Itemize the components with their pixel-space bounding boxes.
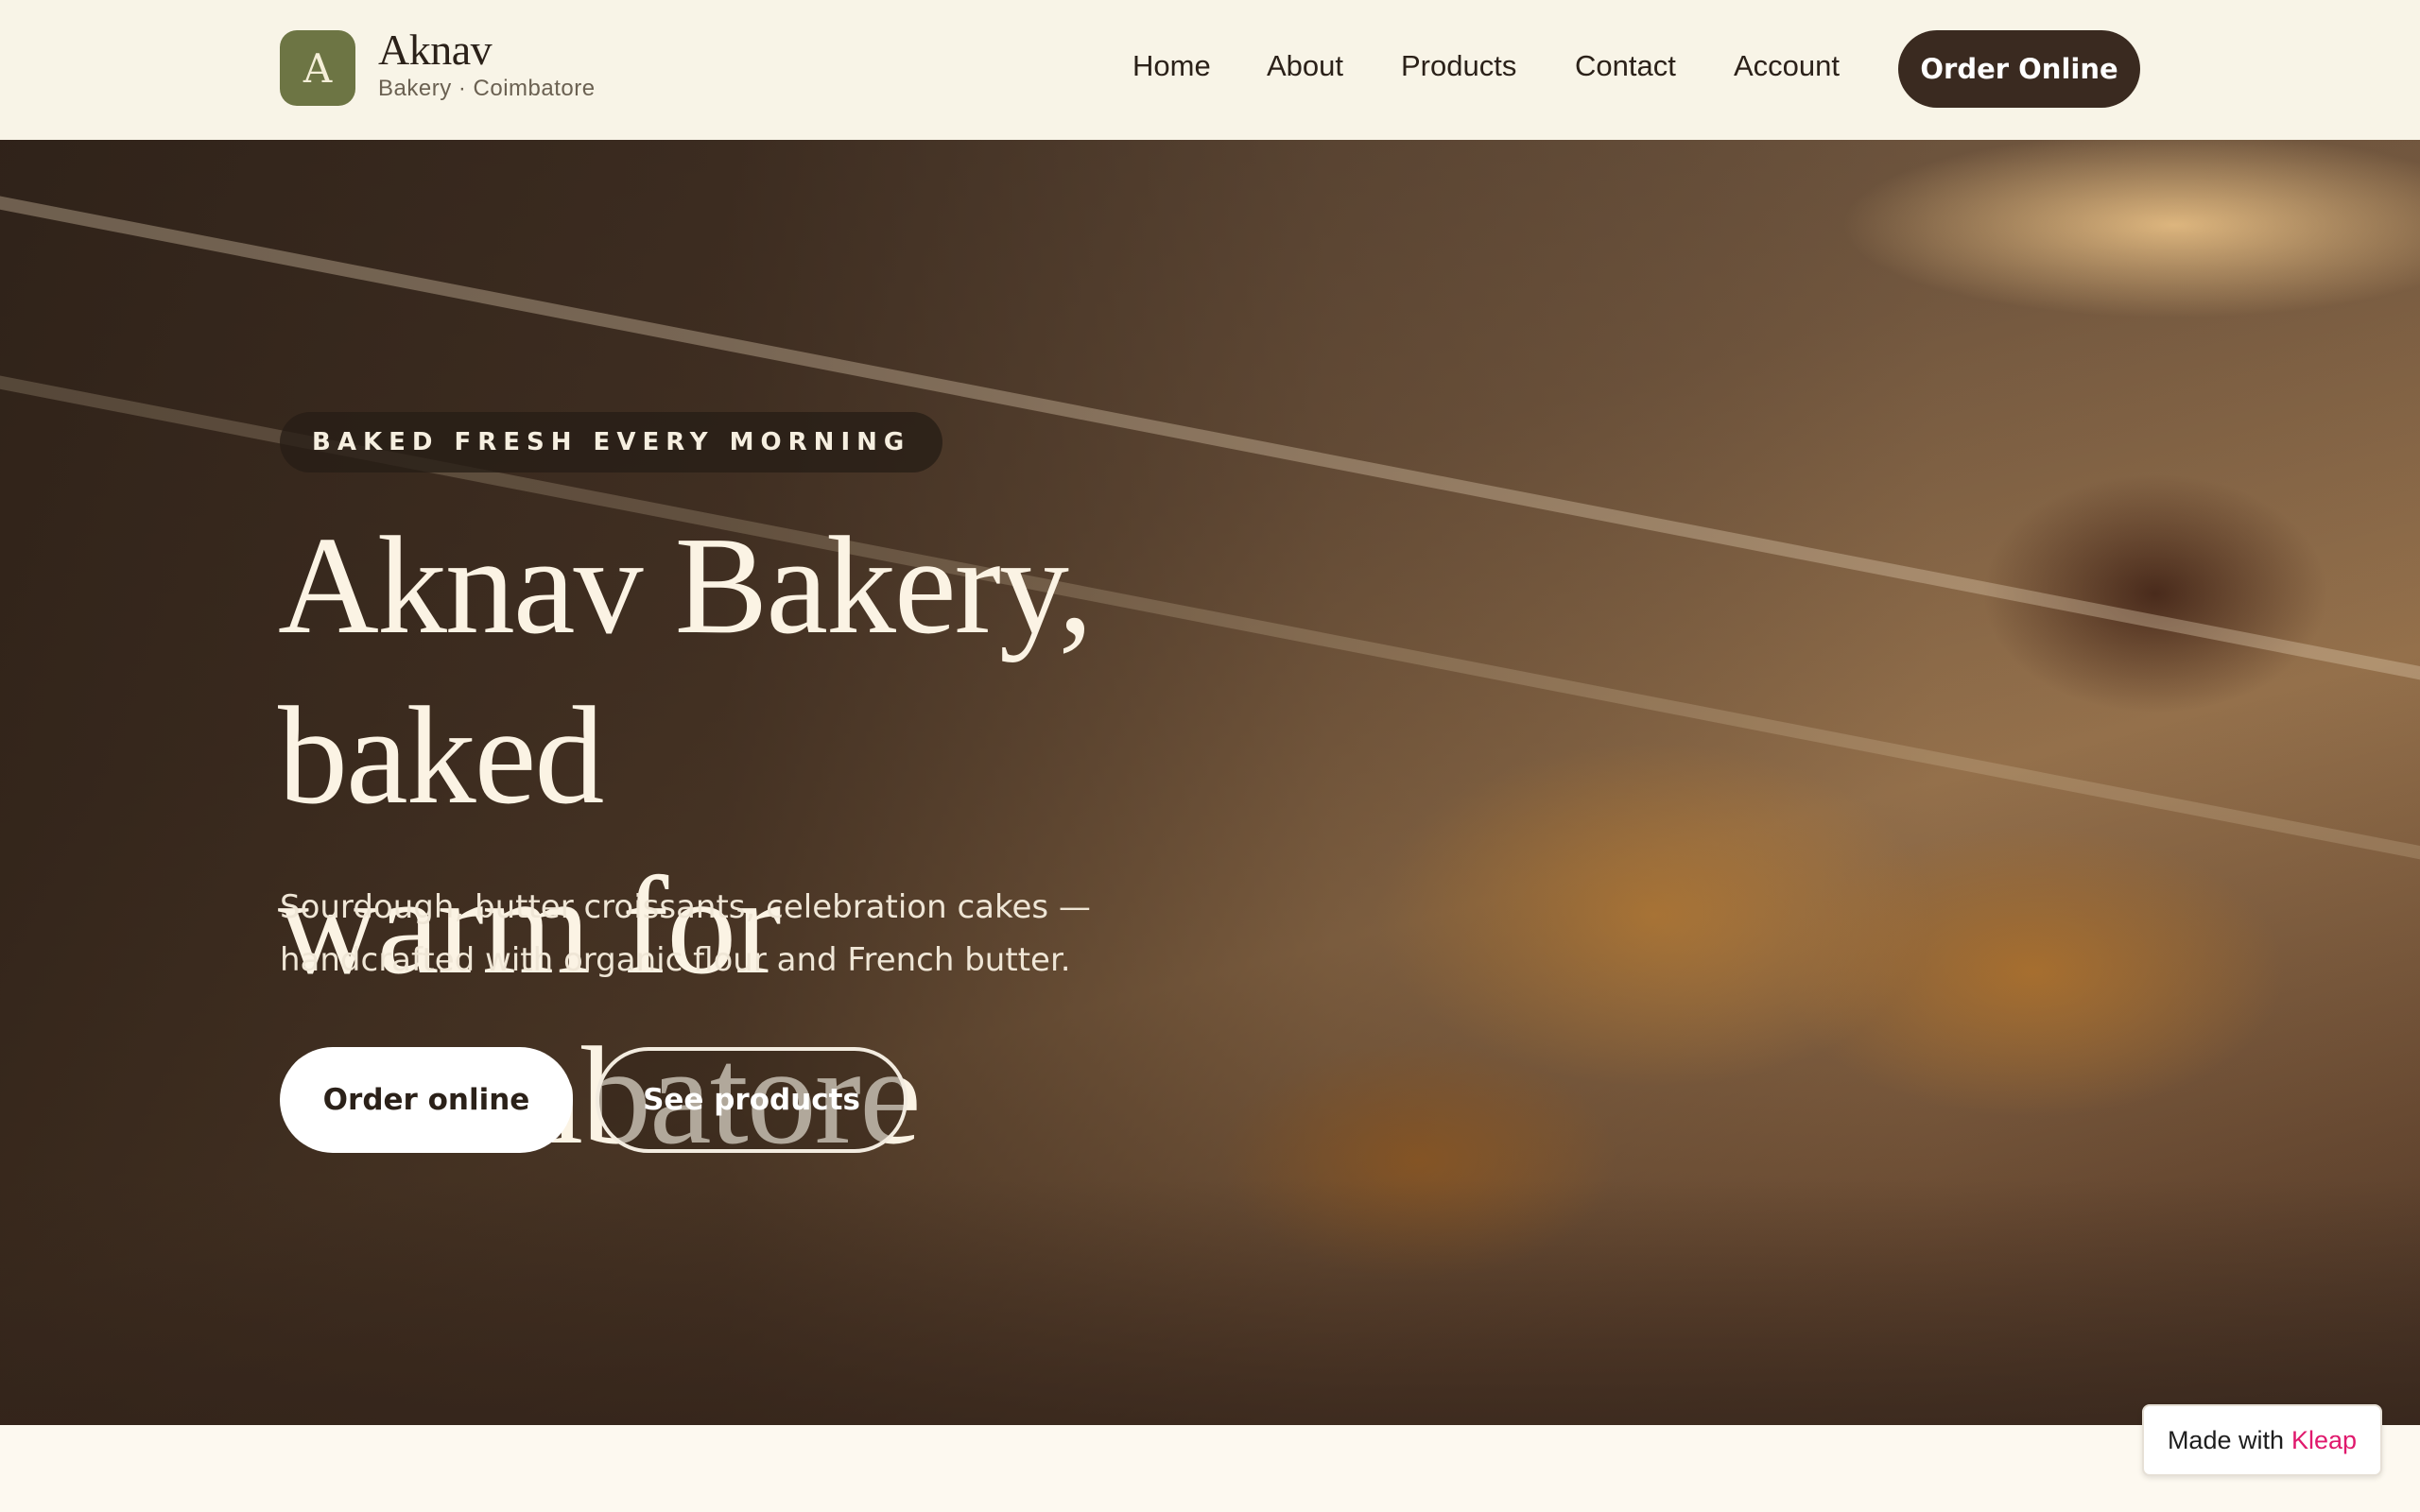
brand-name[interactable]: Aknav <box>378 25 493 75</box>
order-online-hero-button[interactable]: Order online <box>280 1047 573 1153</box>
made-with-label: Made with <box>2167 1425 2284 1454</box>
hero-section: BAKED FRESH EVERY MORNING Aknav Bakery, … <box>0 140 2420 1425</box>
site-header: A Aknav Bakery · Coimbatore Home About P… <box>0 0 2420 140</box>
logo-badge[interactable]: A <box>280 30 355 106</box>
kleap-link[interactable]: Kleap <box>2291 1426 2357 1455</box>
hero-image-shade <box>0 1179 2420 1425</box>
made-with-kleap-badge[interactable]: Made with Kleap <box>2142 1404 2382 1476</box>
hero-description-line: handcrafted with organic flour and Frenc… <box>280 941 1071 979</box>
see-products-button[interactable]: See products <box>596 1047 908 1153</box>
brand-subtitle: Bakery · Coimbatore <box>378 76 596 101</box>
hero-description-line: Sourdough, butter croissants, celebratio… <box>280 888 1091 926</box>
nav-home[interactable]: Home <box>1132 49 1211 83</box>
order-online-button[interactable]: Order Online <box>1898 30 2140 108</box>
nav-products[interactable]: Products <box>1401 49 1516 83</box>
hero-tagline: BAKED FRESH EVERY MORNING <box>280 412 943 472</box>
hero-title-line: Aknav Bakery, baked <box>278 508 1093 833</box>
nav-about[interactable]: About <box>1267 49 1343 83</box>
hero-description: Sourdough, butter croissants, celebratio… <box>280 881 1225 987</box>
nav-contact[interactable]: Contact <box>1575 49 1676 83</box>
nav-account[interactable]: Account <box>1734 49 1840 83</box>
